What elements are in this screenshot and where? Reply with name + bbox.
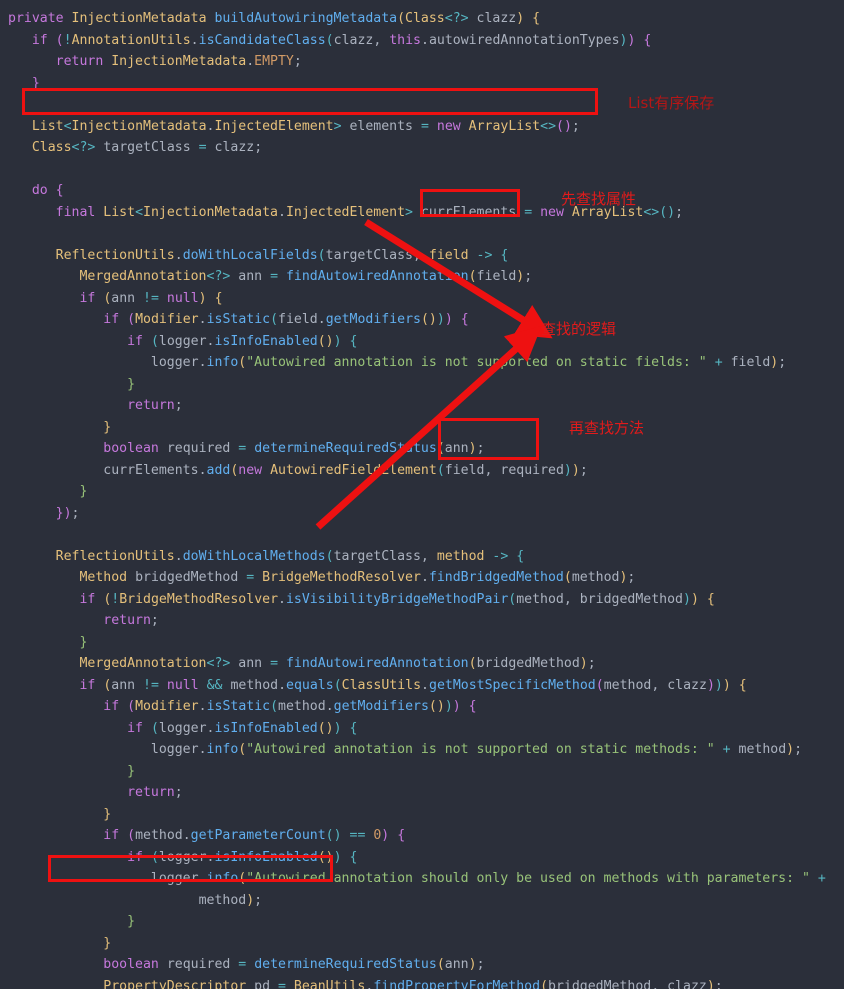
code-line: } — [127, 763, 136, 779]
code-line: } — [79, 634, 88, 650]
code-line: ReflectionUtils.doWithLocalMethods(targe… — [55, 548, 525, 564]
annotation-note-list-ordered: List有序保存 — [628, 94, 715, 112]
code-line: MergedAnnotation<?> ann = findAutowiredA… — [79, 656, 596, 671]
code-line: MergedAnnotation<?> ann = findAutowiredA… — [79, 269, 533, 284]
code-line: ReflectionUtils.doWithLocalFields(target… — [55, 247, 509, 263]
code-line: } — [103, 419, 112, 435]
code-line: return; — [127, 785, 183, 800]
annotation-note-find-logic: 查找的逻辑 — [541, 320, 617, 338]
code-line: if (logger.isInfoEnabled()) { — [127, 849, 358, 865]
code-line: PropertyDescriptor pd = BeanUtils.findPr… — [103, 978, 723, 989]
code-line: logger.info("Autowired annotation is not… — [150, 355, 787, 370]
code-line: } — [127, 914, 136, 929]
code-editor-screenshot: private InjectionMetadata buildAutowirin… — [0, 0, 844, 989]
code-line: logger.info("Autowired annotation is not… — [150, 742, 803, 757]
code-line: } — [31, 75, 40, 91]
code-line: logger.info("Autowired annotation should… — [150, 871, 826, 886]
code-line: return; — [127, 398, 183, 413]
code-line: } — [127, 376, 136, 392]
code-line: List<InjectionMetadata.InjectedElement> … — [31, 118, 580, 134]
source-code-block: private InjectionMetadata buildAutowirin… — [0, 0, 844, 989]
code-line: if (logger.isInfoEnabled()) { — [127, 720, 358, 736]
code-line: private InjectionMetadata buildAutowirin… — [8, 11, 541, 26]
code-line: boolean required = determineRequiredStat… — [103, 957, 485, 972]
code-line: if (method.getParameterCount() == 0) { — [103, 828, 406, 843]
code-line: if (!AnnotationUtils.isCandidateClass(cl… — [31, 32, 652, 48]
code-line: } — [103, 806, 112, 822]
code-line: if (ann != null) { — [79, 290, 223, 306]
code-line: boolean required = determineRequiredStat… — [103, 441, 485, 456]
code-line: if (logger.isInfoEnabled()) { — [127, 333, 358, 349]
code-line: if (Modifier.isStatic(method.getModifier… — [103, 699, 477, 714]
code-line: if (Modifier.isStatic(field.getModifiers… — [103, 312, 469, 327]
code-line: final List<InjectionMetadata.InjectedEle… — [55, 204, 684, 220]
code-line: } — [79, 484, 88, 499]
code-line: do { — [31, 183, 64, 198]
code-line: if (!BridgeMethodResolver.isVisibilityBr… — [79, 591, 715, 607]
code-line: Method bridgedMethod = BridgeMethodResol… — [79, 570, 636, 585]
code-line: if (ann != null && method.equals(ClassUt… — [79, 677, 747, 693]
code-line: Class<?> targetClass = clazz; — [31, 140, 263, 155]
code-line: return; — [103, 613, 159, 628]
code-line: } — [103, 935, 112, 951]
code-line: currElements.add(new AutowiredFieldEleme… — [103, 462, 588, 478]
code-line: method); — [198, 892, 263, 908]
annotation-note-find-field: 先查找属性 — [561, 190, 637, 208]
code-line: }); — [55, 505, 80, 521]
code-line: return InjectionMetadata.EMPTY; — [55, 54, 302, 69]
annotation-note-find-method: 再查找方法 — [569, 419, 645, 437]
